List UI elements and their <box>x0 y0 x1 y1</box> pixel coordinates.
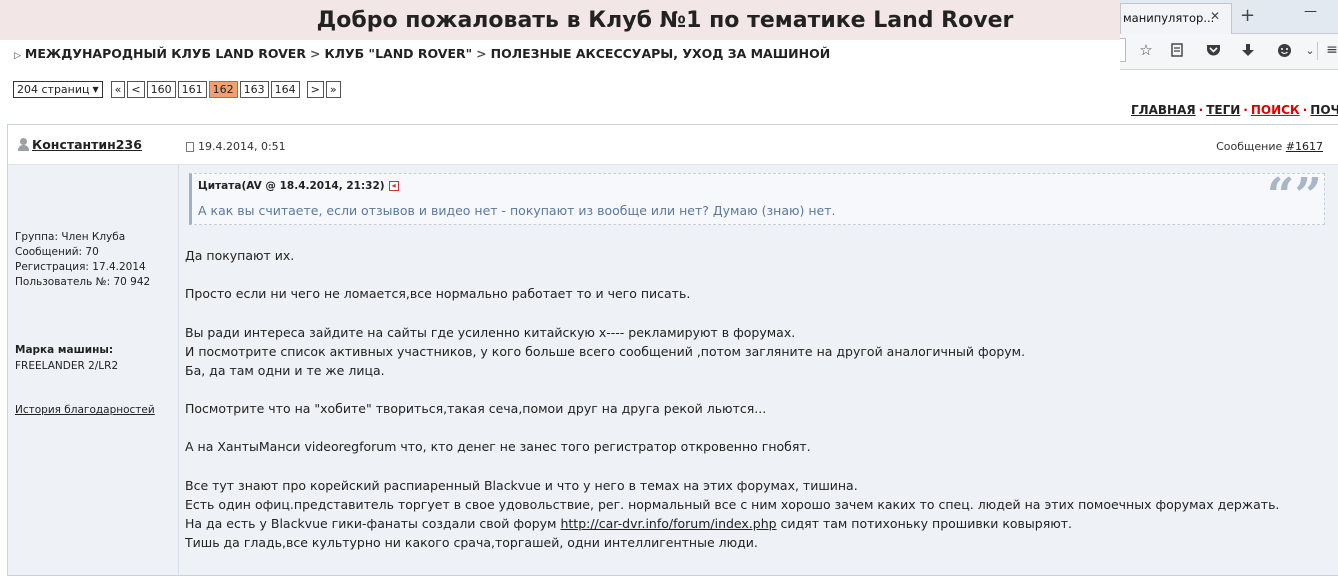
breadcrumb-item-club-international[interactable]: МЕЖДУНАРОДНЫЙ КЛУБ LAND ROVER <box>25 46 306 61</box>
menu-icon[interactable]: ≡ <box>1326 40 1338 60</box>
post-line: И посмотрите список активных участников,… <box>185 344 1026 359</box>
post-line: Просто если ни чего не ломается,все норм… <box>185 286 691 301</box>
post-author: Константин236 <box>18 137 142 152</box>
nav-mail-link[interactable]: ПОЧТА <box>1310 103 1338 117</box>
quote-header-text: Цитата(AV @ 18.4.2014, 21:32) <box>198 180 385 192</box>
breadcrumb-arrow-icon: ▷ <box>14 51 21 61</box>
breadcrumb: ▷ МЕЖДУНАРОДНЫЙ КЛУБ LAND ROVER > КЛУБ "LAN… <box>14 46 830 61</box>
post-number: Сообщение #1617 <box>1216 140 1323 153</box>
new-tab-button[interactable]: + <box>1240 5 1255 26</box>
page-button-current: 162 <box>208 81 238 98</box>
breadcrumb-item-accessories[interactable]: ПОЛЕЗНЫЕ АКСЕССУАРЫ, УХОД ЗА МАШИНОЙ <box>491 46 831 61</box>
quote-block: Цитата(AV @ 18.4.2014, 21:32) ◂ А как вы… <box>189 168 1325 225</box>
nav-dot: · <box>1198 103 1204 117</box>
post-line: Вы ради интереса зайдите на сайты где ус… <box>185 325 796 340</box>
nav-dot: · <box>1243 103 1248 117</box>
page: Добро пожаловать в Клуб №1 по тематике L… <box>0 0 1338 576</box>
post-line: Да покупают их. <box>185 248 295 263</box>
post-date: 19.4.2014, 0:51 <box>186 140 286 153</box>
post-line: А на ХантыМанси videoregforum что, кто д… <box>185 439 811 454</box>
pocket-icon[interactable] <box>1203 40 1223 60</box>
welcome-banner: Добро пожаловать в Клуб №1 по тематике L… <box>0 0 1120 40</box>
author-user-no: Пользователь №: 70 942 <box>15 276 151 288</box>
author-messages: Сообщений: 70 <box>15 246 99 258</box>
page-button-163[interactable]: 163 <box>239 81 269 98</box>
page-button-161[interactable]: 161 <box>177 81 207 98</box>
quote-header: Цитата(AV @ 18.4.2014, 21:32) ◂ <box>198 180 399 192</box>
page-button-160[interactable]: 160 <box>146 81 176 98</box>
minimize-button[interactable]: — <box>1304 4 1317 19</box>
author-sidebar: Группа: Член Клуба Сообщений: 70 Регистр… <box>8 165 179 575</box>
page-next-button[interactable]: > <box>306 81 324 98</box>
forum-url-link[interactable]: http://car-dvr.info/forum/index.php <box>560 516 776 531</box>
dropdown-arrow-icon: ▼ <box>92 85 99 94</box>
page-last-button[interactable]: » <box>325 81 341 98</box>
site-nav: ГЛАВНАЯ·ТЕГИ·ПОИСК·ПОЧТА <box>1131 103 1338 117</box>
breadcrumb-separator: > <box>476 46 487 61</box>
post-line: Посмотрите что на "хобите" твориться,так… <box>185 401 767 416</box>
star-icon[interactable]: ☆ <box>1136 40 1156 60</box>
quote-text: А как вы считаете, если отзывов и видео … <box>198 203 836 218</box>
post-line: Все тут знают про корейский распиаренный… <box>185 478 858 493</box>
post-doc-icon <box>186 141 194 152</box>
author-info: Группа: Член Клуба Сообщений: 70 Регистр… <box>15 230 150 290</box>
pages-select-label: 204 страниц <box>17 83 90 96</box>
reader-icon[interactable] <box>1167 40 1187 60</box>
link-line-suffix: сидят там потихоньку прошивки ковыряют. <box>776 516 1073 531</box>
thanks-history-link[interactable]: История благодарностей <box>15 404 155 416</box>
user-icon <box>18 138 29 151</box>
post-header: Константин236 19.4.2014, 0:51 Сообщение … <box>8 125 1338 165</box>
post-line-with-link: На да есть у Blackvue гики-фанаты создал… <box>185 516 1072 531</box>
forum-post: Константин236 19.4.2014, 0:51 Сообщение … <box>7 124 1338 576</box>
nav-search-link[interactable]: ПОИСК <box>1251 103 1300 117</box>
pagination: 204 страниц ▼ « < 160 161 162 163 164 > » <box>13 81 343 98</box>
breadcrumb-item-club[interactable]: КЛУБ "LAND ROVER" <box>324 46 472 61</box>
post-line: Тишь да гладь,все культурно ни какого ср… <box>185 535 758 550</box>
page-first-button[interactable]: « <box>110 81 126 98</box>
link-line-prefix: На да есть у Blackvue гики-фанаты создал… <box>185 516 561 531</box>
post-line: Ба, да там одни и те же лица. <box>185 363 385 378</box>
url-bar[interactable] <box>1120 38 1126 62</box>
pages-select[interactable]: 204 страниц ▼ <box>13 81 103 98</box>
car-value: FREELANDER 2/LR2 <box>15 360 119 372</box>
post-date-text: 19.4.2014, 0:51 <box>198 140 286 153</box>
post-line: Есть один офиц.представитель торгует в с… <box>185 497 1280 512</box>
nav-home-link[interactable]: ГЛАВНАЯ <box>1131 103 1196 117</box>
toolbar-separator <box>1317 42 1318 60</box>
quote-back-icon[interactable]: ◂ <box>388 181 399 191</box>
post-number-link[interactable]: #1617 <box>1286 140 1323 153</box>
nav-tags-link[interactable]: ТЕГИ <box>1206 103 1240 117</box>
author-registered: Регистрация: 17.4.2014 <box>15 261 146 273</box>
author-link[interactable]: Константин236 <box>32 137 142 152</box>
page-prev-button[interactable]: < <box>127 81 145 98</box>
car-label: Марка машины: <box>15 344 114 356</box>
nav-dot: · <box>1302 103 1308 117</box>
post-body: Цитата(AV @ 18.4.2014, 21:32) ◂ А как вы… <box>179 165 1338 575</box>
tab-close-icon[interactable]: ✕ <box>1210 9 1220 23</box>
thanks-history: История благодарностей <box>15 404 155 416</box>
page-button-164[interactable]: 164 <box>270 81 300 98</box>
download-icon[interactable] <box>1238 40 1258 60</box>
quote-mark-icon: “” <box>1266 168 1322 224</box>
post-number-prefix: Сообщение <box>1216 140 1283 153</box>
emoji-icon[interactable] <box>1274 40 1294 60</box>
breadcrumb-separator: > <box>309 46 321 61</box>
author-group: Группа: Член Клуба <box>15 231 126 243</box>
